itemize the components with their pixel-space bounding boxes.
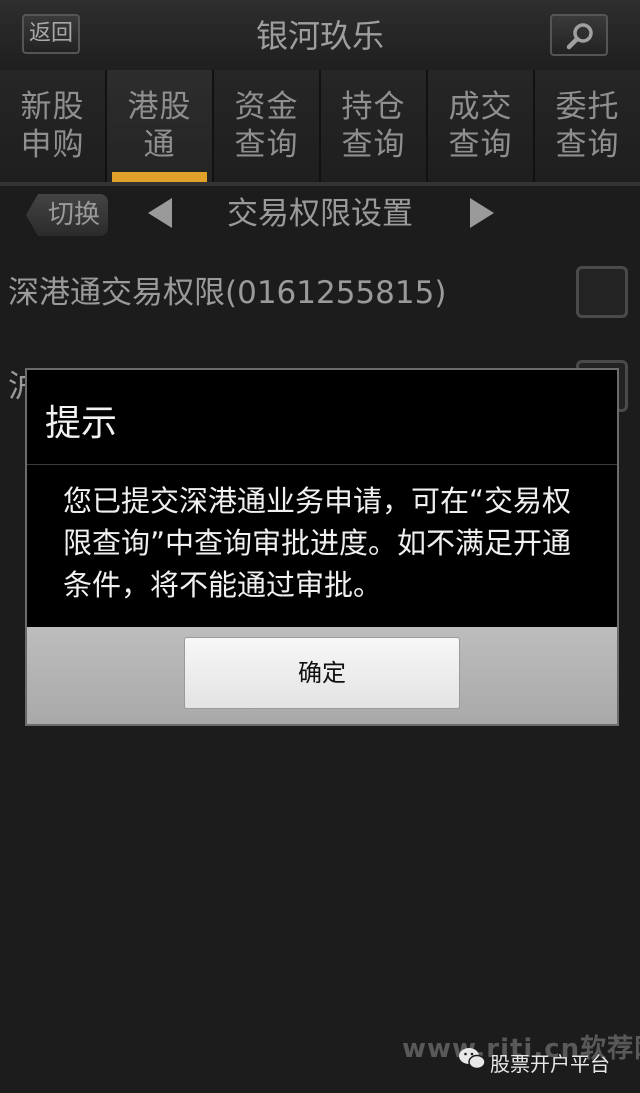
tab-bar: 新股申购 港股通 资金查询 持仓查询 成交查询 委托查询 xyxy=(0,70,640,182)
tab-funds-query[interactable]: 资金查询 xyxy=(214,70,321,182)
list-item: 深港通交易权限(0161255815) xyxy=(0,264,640,324)
tab-label: 持仓查询 xyxy=(341,89,406,163)
permission-checkbox[interactable] xyxy=(576,266,628,318)
tab-deals-query[interactable]: 成交查询 xyxy=(428,70,535,182)
alert-dialog: 提示 您已提交深港通业务申请，可在“交易权限查询”中查询审批进度。如不满足开通条… xyxy=(25,368,619,726)
dialog-message: 您已提交深港通业务申请，可在“交易权限查询”中查询审批进度。如不满足开通条件，将… xyxy=(63,484,572,602)
watermark-source: 股票开户平台 xyxy=(490,1052,610,1076)
tab-label: 成交查询 xyxy=(448,89,513,163)
search-icon xyxy=(566,23,593,50)
search-button[interactable] xyxy=(550,14,608,56)
tab-label: 港股通 xyxy=(127,89,192,163)
switch-button[interactable]: 切换 xyxy=(26,194,108,236)
previous-arrow-icon[interactable] xyxy=(148,198,172,228)
dialog-title: 提示 xyxy=(45,403,118,444)
tab-label: 新股申购 xyxy=(20,89,85,163)
wechat-icon xyxy=(459,1048,486,1070)
permission-label: 深港通交易权限(0161255815) xyxy=(8,275,447,311)
divider xyxy=(27,464,617,465)
top-bar: 返回 银河玖乐 xyxy=(0,0,640,71)
page-title: 银河玖乐 xyxy=(255,17,384,55)
active-tab-indicator xyxy=(112,172,207,182)
sub-header: 切换 交易权限设置 xyxy=(0,186,640,242)
tab-label: 委托查询 xyxy=(555,89,620,163)
section-title: 交易权限设置 xyxy=(227,196,413,232)
tab-hk-connect[interactable]: 港股通 xyxy=(107,70,214,182)
next-arrow-icon[interactable] xyxy=(470,198,494,228)
confirm-button[interactable]: 确定 xyxy=(184,637,460,709)
dialog-footer: 确定 xyxy=(27,627,617,724)
tab-label: 资金查询 xyxy=(234,89,299,163)
back-button[interactable]: 返回 xyxy=(22,14,80,54)
tab-new-stock-subscription[interactable]: 新股申购 xyxy=(0,70,107,182)
tab-orders-query[interactable]: 委托查询 xyxy=(535,70,640,182)
tab-holdings-query[interactable]: 持仓查询 xyxy=(321,70,428,182)
